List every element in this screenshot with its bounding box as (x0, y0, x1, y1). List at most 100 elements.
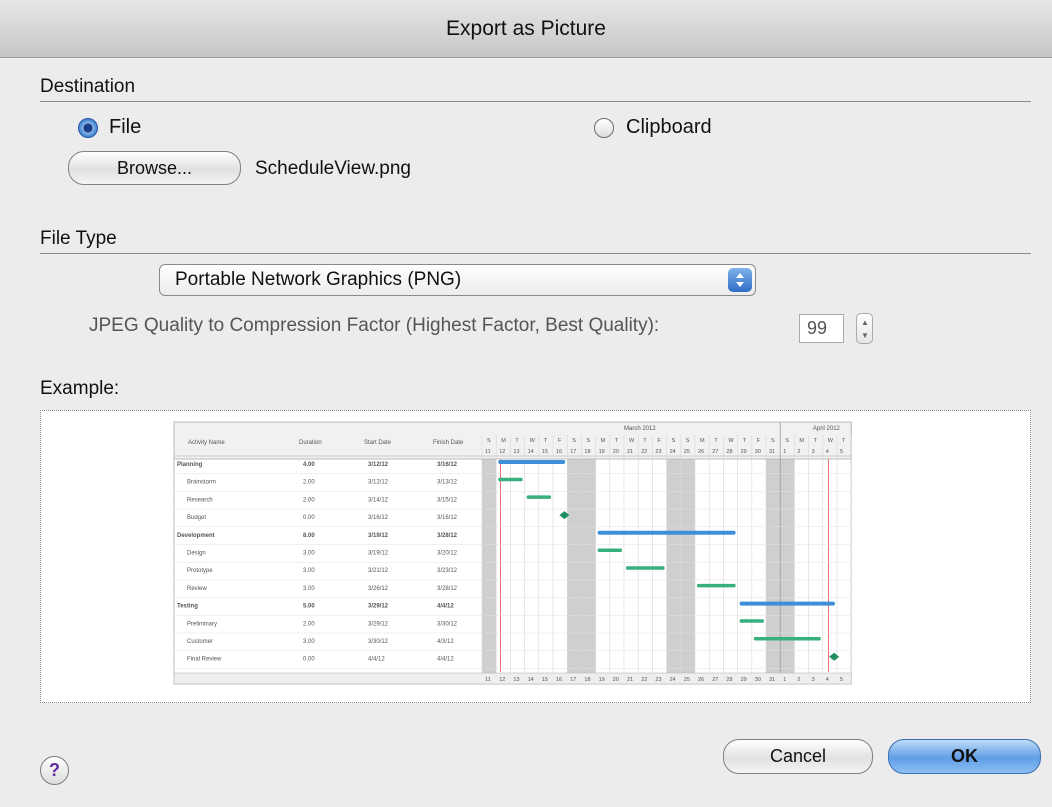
gantt-day-label: 23 (655, 677, 661, 683)
clipboard-radio-label[interactable]: Clipboard (626, 116, 712, 139)
gantt-start-date: 3/16/12 (368, 515, 389, 521)
gantt-day-label: 28 (726, 677, 732, 683)
cancel-button[interactable]: Cancel (723, 739, 873, 774)
gantt-day-label: 14 (528, 677, 534, 683)
gantt-day-label: 21 (627, 677, 633, 683)
gantt-finish-date: 3/30/12 (437, 621, 458, 627)
gantt-column-header: Start Date (364, 440, 392, 446)
browse-button[interactable]: Browse... (68, 151, 241, 185)
gantt-weekday-label: W (629, 438, 635, 444)
gantt-weekday-label: M (799, 438, 804, 444)
destination-section-label: Destination (40, 76, 136, 97)
jpeg-quality-field[interactable]: 99 (799, 314, 844, 343)
gantt-day-label: 18 (584, 449, 590, 455)
gantt-finish-date: 4/3/12 (437, 639, 454, 645)
file-type-popup[interactable]: Portable Network Graphics (PNG) (159, 264, 756, 296)
help-button[interactable]: ? (40, 756, 69, 785)
gantt-column-header: Activity Name (188, 440, 225, 446)
gantt-column-header: Finish Date (433, 440, 464, 446)
gantt-finish-date: 3/16/12 (437, 515, 458, 521)
gantt-month-label: March 2012 (624, 426, 656, 432)
gantt-day-label: 2 (797, 449, 800, 455)
gantt-start-date: 3/30/12 (368, 639, 389, 645)
gantt-finish-date: 3/23/12 (437, 568, 458, 574)
gantt-start-date: 3/19/12 (368, 551, 389, 557)
gantt-weekday-label: M (601, 438, 606, 444)
gantt-day-label: 11 (485, 449, 491, 455)
stepper-up-icon[interactable]: ▲ (861, 318, 869, 327)
ok-button[interactable]: OK (888, 739, 1041, 774)
gantt-duration: 8.00 (303, 533, 315, 539)
gantt-finish-date: 4/4/12 (437, 604, 454, 610)
gantt-weekday-label: W (728, 438, 734, 444)
file-radio-label[interactable]: File (109, 116, 141, 139)
gantt-day-label: 15 (542, 449, 548, 455)
gantt-day-label: 29 (741, 677, 747, 683)
gantt-day-label: 18 (584, 677, 590, 683)
gantt-day-label: 11 (485, 677, 491, 683)
gantt-day-label: 19 (599, 449, 605, 455)
gantt-activity-name: Brainstorm (187, 480, 216, 486)
gantt-day-label: 4 (826, 449, 829, 455)
help-icon: ? (49, 760, 60, 780)
weekend-shade (766, 459, 781, 684)
example-section-label: Example: (40, 378, 120, 399)
gantt-activity-name: Development (177, 533, 215, 539)
gantt-day-label: 15 (542, 677, 548, 683)
gantt-day-label: 12 (499, 449, 505, 455)
gantt-activity-name: Planning (177, 462, 203, 468)
jpeg-quality-stepper[interactable]: ▲ ▼ (856, 313, 873, 344)
jpeg-quality-value: 99 (807, 318, 828, 338)
gantt-day-label: 3 (812, 449, 815, 455)
gantt-task-bar (597, 548, 622, 552)
gantt-task-bar (526, 495, 551, 499)
gantt-duration: 3.00 (303, 586, 315, 592)
gantt-weekday-label: W (530, 438, 536, 444)
gantt-day-label: 16 (556, 677, 562, 683)
gantt-day-label: 24 (670, 449, 676, 455)
gantt-start-date: 3/19/12 (368, 533, 389, 539)
gantt-duration: 0.00 (303, 657, 315, 663)
weekend-shade (581, 459, 596, 684)
gantt-day-label: 5 (840, 449, 843, 455)
gantt-day-label: 1 (783, 449, 786, 455)
gantt-day-label: 3 (812, 677, 815, 683)
gantt-summary-bar (498, 460, 566, 464)
gantt-task-bar (697, 583, 736, 588)
gantt-finish-date: 3/28/12 (437, 586, 458, 592)
gantt-weekday-label: W (828, 438, 834, 444)
gantt-day-label: 28 (726, 449, 732, 455)
gantt-month-label: April 2012 (813, 426, 841, 432)
gantt-duration: 3.00 (303, 551, 315, 557)
gantt-start-date: 3/21/12 (368, 568, 389, 574)
popup-arrows-icon (728, 268, 752, 292)
gantt-start-date: 3/12/12 (368, 462, 389, 468)
gantt-day-label: 12 (499, 677, 505, 683)
clipboard-radio-button[interactable] (594, 118, 614, 138)
file-type-divider (40, 253, 1031, 254)
gantt-finish-date: 4/4/12 (437, 657, 454, 663)
gantt-start-date: 4/4/12 (368, 657, 385, 663)
stepper-down-icon[interactable]: ▼ (861, 331, 869, 340)
file-type-section-label: File Type (40, 228, 117, 249)
gantt-activity-name: Budget (187, 515, 206, 521)
weekend-shade (666, 459, 681, 684)
gantt-duration: 3.00 (303, 568, 315, 574)
weekend-shade (680, 459, 695, 684)
gantt-day-label: 31 (769, 677, 775, 683)
gantt-preview: Activity Name Duration Start Date Finish Da… (173, 421, 852, 685)
gantt-activity-name: Preliminary (187, 621, 217, 627)
gantt-day-label: 25 (684, 449, 690, 455)
gantt-duration: 4.00 (303, 462, 315, 468)
gantt-task-bar (739, 619, 764, 623)
gantt-day-label: 30 (755, 677, 761, 683)
gantt-weekday-label: S (672, 438, 676, 444)
gantt-day-label: 17 (570, 449, 576, 455)
gantt-weekday-label: S (487, 438, 491, 444)
gantt-day-label: 16 (556, 449, 562, 455)
gantt-finish-date: 3/20/12 (437, 551, 458, 557)
gantt-day-label: 26 (698, 449, 704, 455)
file-radio-button[interactable] (78, 118, 98, 138)
gantt-day-label: 19 (599, 677, 605, 683)
gantt-day-label: 26 (698, 677, 704, 683)
